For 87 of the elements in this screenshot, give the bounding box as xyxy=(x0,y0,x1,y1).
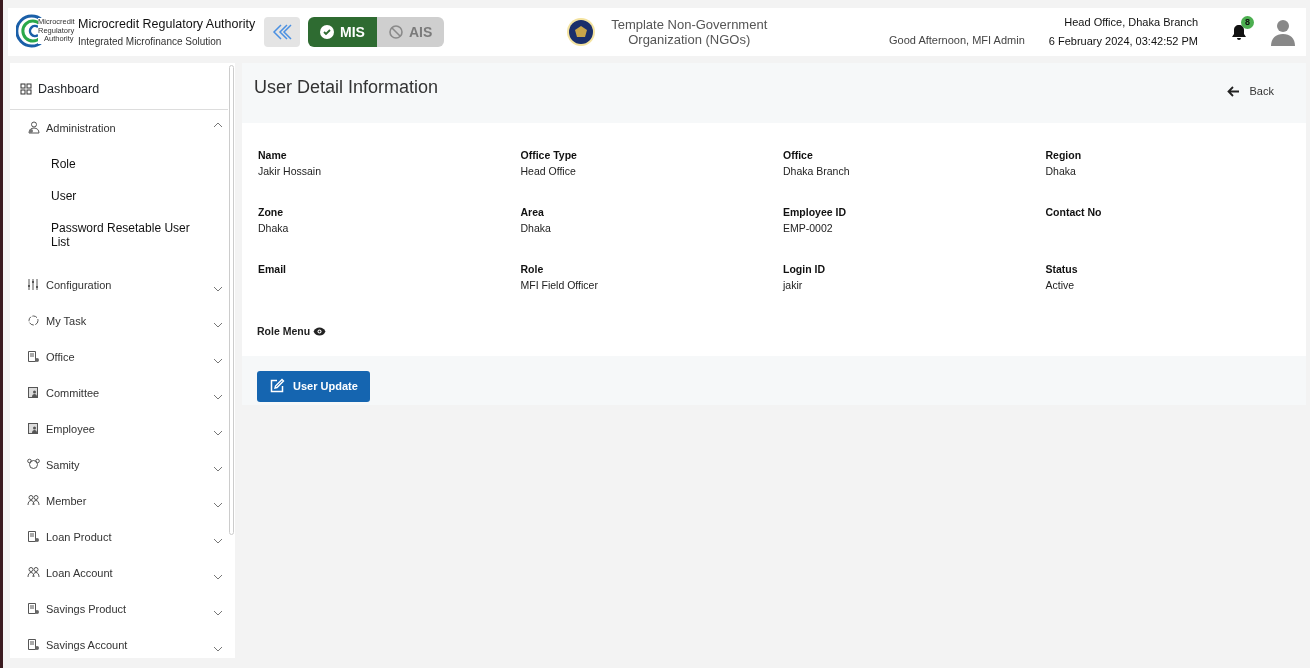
group-icon xyxy=(27,458,40,472)
field-value: MFI Field Officer xyxy=(520,278,599,293)
chevron-down-icon xyxy=(213,429,223,436)
double-chevron-left-icon xyxy=(272,24,292,40)
field-label: Role xyxy=(520,262,545,277)
sidebar-item[interactable]: Committee xyxy=(10,374,235,411)
arrow-left-icon xyxy=(1226,85,1240,97)
sidebar-item[interactable]: Loan Product xyxy=(10,518,235,555)
refresh-icon xyxy=(27,314,40,328)
sidebar-item[interactable]: Employee xyxy=(10,410,235,447)
field-label: Area xyxy=(520,205,545,220)
organization-name: Microcredit Regulatory Authority xyxy=(78,16,256,34)
chevron-down-icon xyxy=(213,537,223,544)
sidebar-item[interactable]: Member xyxy=(10,482,235,519)
edit-icon xyxy=(269,378,285,395)
field-value: jakir xyxy=(783,278,804,293)
document-icon xyxy=(27,350,40,364)
field-label: Office xyxy=(783,148,814,163)
notification-count: 8 xyxy=(1241,16,1254,29)
sidebar-collapse-button[interactable] xyxy=(264,17,300,47)
sidebar-item[interactable]: Savings Product xyxy=(10,590,235,627)
sidebar-item[interactable]: Savings Account xyxy=(10,626,235,658)
greeting-text: Good Afternoon, MFI Admin xyxy=(889,32,1025,48)
sidebar-item[interactable]: Administration xyxy=(10,109,235,146)
module-toggle[interactable]: MIS xyxy=(308,17,377,47)
user-update-button[interactable]: User Update xyxy=(257,370,370,402)
branch-name: Head Office, Dhaka Branch xyxy=(1063,15,1198,30)
document-icon xyxy=(27,530,40,544)
document-icon xyxy=(27,602,40,616)
field-value: Dhaka xyxy=(258,221,290,236)
eye-icon[interactable] xyxy=(313,327,327,337)
field-label: Email xyxy=(258,262,287,277)
field-value: Dhaka xyxy=(1045,164,1077,179)
chevron-down-icon xyxy=(213,573,223,580)
id-card-icon xyxy=(27,422,40,436)
field-value: Head Office xyxy=(520,164,577,179)
sidebar-subitem[interactable]: User xyxy=(10,188,205,203)
field-value: EMP-0002 xyxy=(783,221,834,236)
chevron-down-icon xyxy=(213,321,223,328)
document-icon xyxy=(27,638,40,652)
chevron-down-icon xyxy=(213,393,223,400)
field-label: Zone xyxy=(258,205,285,220)
id-card-icon xyxy=(27,386,40,400)
organization-title: Template Non-Government Organization (NGOs) xyxy=(610,17,769,47)
notification-button[interactable] xyxy=(1232,24,1246,40)
avatar-icon[interactable] xyxy=(1270,18,1296,46)
field-value: Active xyxy=(1045,278,1076,293)
sidebar-item[interactable]: Dashboard xyxy=(10,63,228,110)
field-label: Login ID xyxy=(783,262,826,277)
bell-icon xyxy=(1232,24,1246,40)
grid-icon xyxy=(20,82,33,96)
person-icon xyxy=(27,121,40,135)
field-value: Jakir Hossain xyxy=(258,164,323,179)
people-icon xyxy=(27,494,40,508)
field-label: Contact No xyxy=(1045,205,1103,220)
prohibited-icon xyxy=(388,25,403,39)
page-title: User Detail Information xyxy=(254,77,439,99)
scrollbar[interactable] xyxy=(229,65,234,535)
seal-icon xyxy=(566,17,597,47)
chevron-up-icon xyxy=(213,121,223,128)
field-label: Name xyxy=(258,148,288,163)
field-label: Status xyxy=(1045,262,1079,277)
sidebar-item[interactable]: My Task xyxy=(10,302,235,339)
chevron-down-icon xyxy=(213,501,223,508)
organization-subtitle: Integrated Microfinance Solution xyxy=(78,34,223,49)
people-icon xyxy=(27,566,40,580)
field-value: Dhaka Branch xyxy=(783,164,851,179)
sidebar-item[interactable]: Samity xyxy=(10,446,235,483)
sliders-icon xyxy=(27,278,40,292)
field-label: Office Type xyxy=(520,148,578,163)
role-menu-label: Role Menu xyxy=(257,324,311,339)
chevron-down-icon xyxy=(213,609,223,616)
chevron-down-icon xyxy=(213,285,223,292)
field-label: Region xyxy=(1045,148,1083,163)
field-label: Employee ID xyxy=(783,205,848,220)
sidebar-item[interactable]: Loan Account xyxy=(10,554,235,591)
back-button[interactable]: Back xyxy=(1214,83,1286,100)
field-value: Dhaka xyxy=(520,221,552,236)
date-time: 6 February 2024, 03:42:52 PM xyxy=(1048,34,1198,49)
chevron-down-icon xyxy=(213,645,223,652)
chevron-down-icon xyxy=(213,357,223,364)
sidebar-subitem[interactable]: Password Resetable User List xyxy=(10,220,205,249)
sidebar-subitem[interactable]: Role xyxy=(10,156,205,171)
check-circle-icon xyxy=(320,25,334,39)
chevron-down-icon xyxy=(213,465,223,472)
sidebar-item[interactable]: Configuration xyxy=(10,266,235,303)
sidebar-item[interactable]: Office xyxy=(10,338,235,375)
